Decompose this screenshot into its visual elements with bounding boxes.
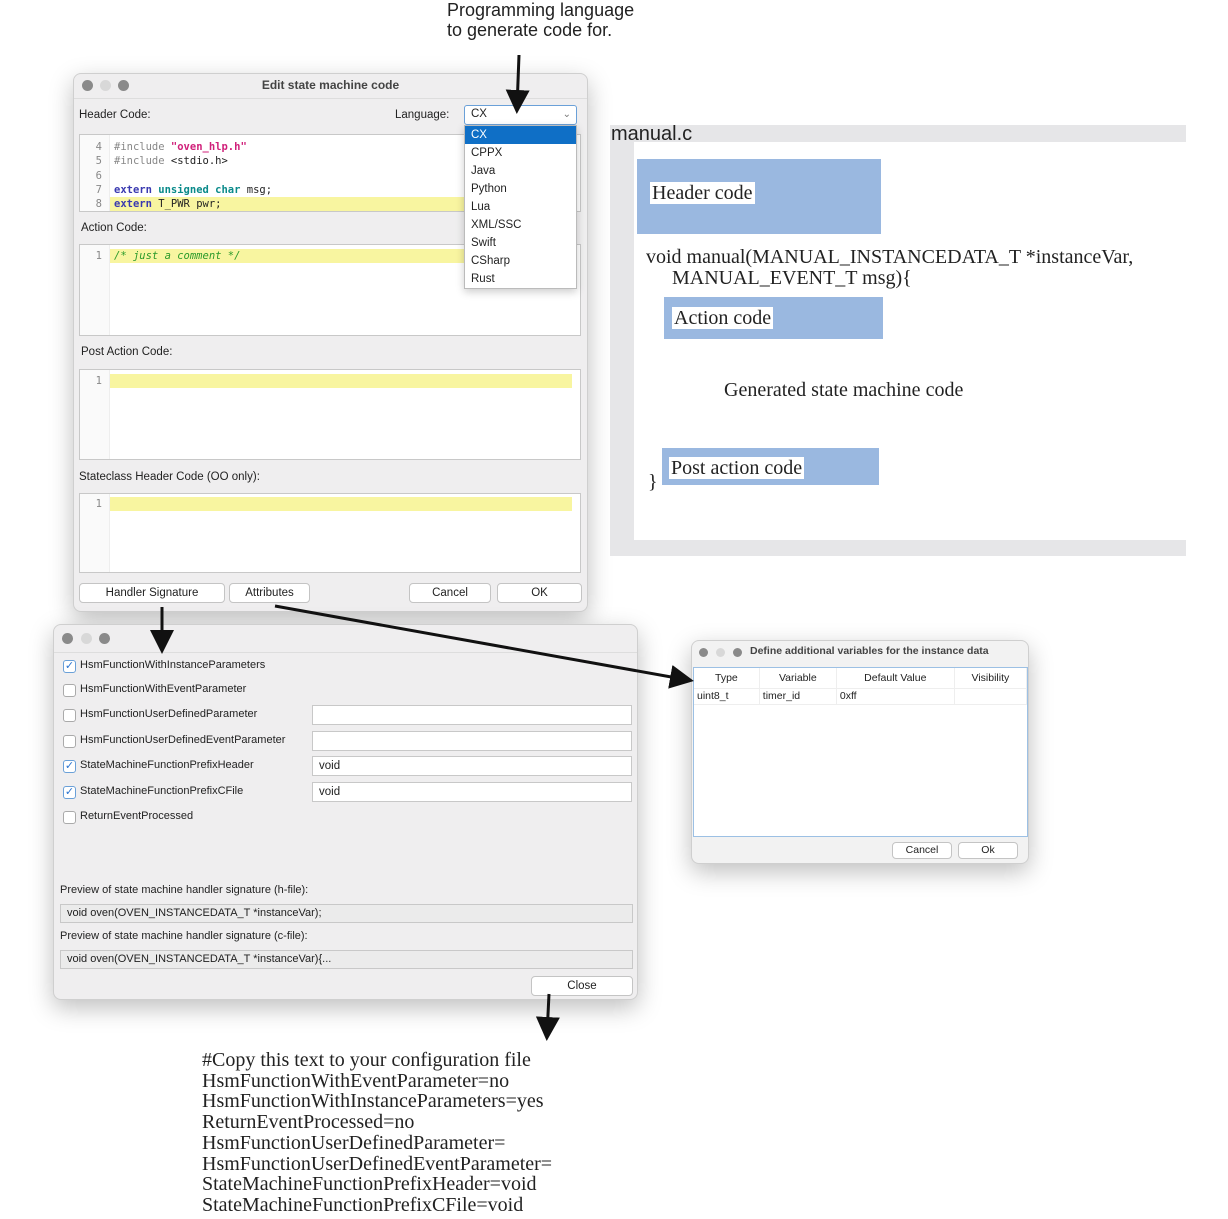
arrow-to-config: [535, 993, 560, 1041]
config-annotation: #Copy this text to your configuration fi…: [202, 1050, 552, 1216]
config-line: HsmFunctionUserDefinedParameter=: [202, 1131, 506, 1154]
config-line: HsmFunctionWithInstanceParameters=yes: [202, 1090, 544, 1113]
annotation-arrows: [150, 54, 694, 1041]
config-line: HsmFunctionUserDefinedEventParameter=: [202, 1152, 553, 1175]
config-line: StateMachineFunctionPrefixHeader=void: [202, 1173, 537, 1196]
config-line: StateMachineFunctionPrefixCFile=void: [202, 1193, 524, 1216]
arrow-to-variables-dialog: [274, 604, 694, 689]
config-line: #Copy this text to your configuration fi…: [202, 1049, 531, 1071]
config-line: ReturnEventProcessed=no: [202, 1111, 415, 1134]
arrow-to-language: [505, 54, 530, 114]
config-line: HsmFunctionWithEventParameter=no: [202, 1069, 510, 1092]
